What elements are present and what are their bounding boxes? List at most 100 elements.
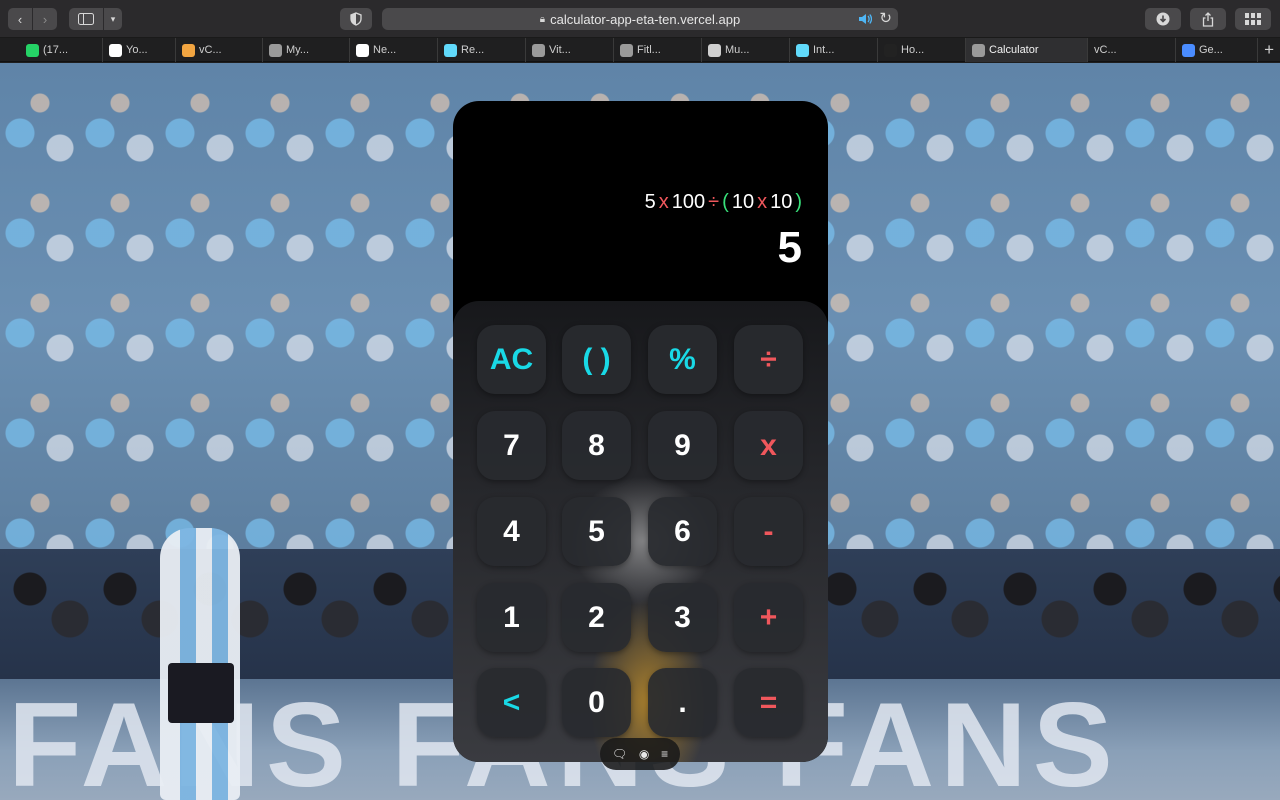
download-icon: [1156, 12, 1170, 26]
digit-7-button[interactable]: 7: [477, 411, 546, 480]
backspace-button[interactable]: <: [477, 668, 546, 737]
expression-token: x: [757, 191, 768, 213]
lock-icon: 🔒︎: [539, 13, 546, 25]
share-icon: [1202, 11, 1214, 27]
browser-tab[interactable]: Re...: [438, 38, 526, 62]
subtract-button[interactable]: -: [734, 497, 803, 566]
percent-button[interactable]: %: [648, 325, 717, 394]
menu-icon[interactable]: ≡: [661, 747, 668, 761]
grid-icon: [1245, 13, 1261, 25]
tab-overview-button[interactable]: [1235, 8, 1271, 30]
browser-tab[interactable]: Vit...: [526, 38, 614, 62]
expression-token: (: [722, 191, 729, 213]
whatsapp-icon: [26, 43, 39, 57]
expression-token: 100: [671, 191, 706, 213]
image-icon: [884, 43, 897, 57]
digit-4-button[interactable]: 4: [477, 497, 546, 566]
address-bar[interactable]: 🔒︎ calculator-app-eta-ten.vercel.app ↻: [382, 8, 898, 30]
speaker-icon[interactable]: [858, 12, 872, 26]
browser-tab[interactable]: vC...: [1088, 38, 1176, 62]
browser-tab[interactable]: Ne...: [350, 38, 438, 62]
url-text: calculator-app-eta-ten.vercel.app: [550, 11, 741, 27]
digit-0-button[interactable]: 0: [562, 668, 631, 737]
digit-2-button[interactable]: 2: [562, 583, 631, 652]
tab-label: Calculator: [989, 44, 1039, 56]
c-icon: [972, 43, 985, 57]
share-button[interactable]: [1190, 8, 1226, 30]
digit-3-button[interactable]: 3: [648, 583, 717, 652]
expression-token: x: [658, 191, 669, 213]
decimal-button[interactable]: .: [648, 668, 717, 737]
browser-tab[interactable]: vC...: [176, 38, 263, 62]
browser-tab[interactable]: Yo...: [103, 38, 176, 62]
divide-button[interactable]: ÷: [734, 325, 803, 394]
expression-token: 10: [731, 191, 755, 213]
react-icon: [444, 43, 457, 57]
expression-token: 5: [644, 191, 656, 213]
digit-9-button[interactable]: 9: [648, 411, 717, 480]
privacy-report-button[interactable]: [340, 8, 372, 30]
digit-1-button[interactable]: 1: [477, 583, 546, 652]
sidebar-icon: [78, 13, 94, 25]
github-icon: [109, 43, 122, 57]
tab-label: Fitl...: [637, 44, 661, 56]
calculator: 5 x 100 ÷(10 x 10) 5 AC( )% ÷ 7 8 9 x 4 5 6-1 2 3 + <0. =: [453, 101, 828, 762]
new-tab-icon[interactable]: +: [1264, 40, 1274, 60]
chevron-down-icon: ▾: [110, 13, 116, 24]
tab-label: (17...: [43, 44, 69, 56]
expression-token: ÷: [708, 191, 720, 213]
browser-tab[interactable]: Fitl...: [614, 38, 702, 62]
tab-label: Re...: [461, 44, 485, 56]
digit-5-button[interactable]: 5: [562, 497, 631, 566]
chevron-left-icon: ‹: [17, 11, 23, 27]
eye-icon[interactable]: ◉: [639, 747, 649, 761]
sidebar-toggle-button[interactable]: [69, 8, 103, 30]
browser-tab[interactable]: Calculator: [966, 38, 1088, 62]
result: 5: [777, 223, 802, 272]
equals-button[interactable]: =: [734, 668, 803, 737]
digit-8-button[interactable]: 8: [562, 411, 631, 480]
browser-tab[interactable]: Mu...: [702, 38, 790, 62]
triangle-icon: [356, 43, 369, 57]
parentheses-button[interactable]: ( ): [562, 325, 631, 394]
expression: 5 x 100 ÷(10 x 10): [642, 191, 802, 214]
tab-bar: + (17... Yo... vC... My... Ne... Re... Vit... F…: [0, 38, 1280, 62]
reload-icon[interactable]: ↻: [879, 9, 892, 27]
tab-label: Ge...: [1199, 44, 1223, 56]
vc-icon: [182, 43, 195, 57]
tab-label: Yo...: [126, 44, 148, 56]
digit-6-button[interactable]: 6: [648, 497, 717, 566]
f-icon: [620, 43, 633, 57]
tab-label: vC...: [1094, 44, 1117, 56]
browser-toolbar: ‹ › ▾ 🔒︎ calculator-app-eta-ten.vercel.a…: [0, 0, 1280, 38]
multiply-button[interactable]: x: [734, 411, 803, 480]
sparkle-icon: [1182, 43, 1195, 57]
clear-button[interactable]: AC: [477, 325, 546, 394]
browser-tab[interactable]: Int...: [790, 38, 878, 62]
calculator-display: 5 x 100 ÷(10 x 10) 5: [453, 101, 828, 301]
w-icon: [708, 43, 721, 57]
tab-label: vC...: [199, 44, 222, 56]
back-button[interactable]: ‹: [8, 8, 32, 30]
floating-toolbar: 🗨︎ ◉ ≡: [600, 738, 680, 770]
downloads-button[interactable]: [1145, 8, 1181, 30]
browser-tab[interactable]: Ho...: [878, 38, 966, 62]
c-icon: [269, 43, 282, 57]
tab-label: Mu...: [725, 44, 750, 56]
browser-tab[interactable]: My...: [263, 38, 350, 62]
expression-token: 10: [770, 191, 793, 213]
keypad: AC( )% ÷ 7 8 9 x 4 5 6- 1 2 3 + <0. =: [453, 301, 828, 762]
add-button[interactable]: +: [734, 583, 803, 652]
l-icon: [532, 43, 545, 57]
shield-icon: [350, 12, 362, 26]
tab-label: Ho...: [901, 44, 925, 56]
react-icon: [796, 43, 809, 57]
sidebar-menu-button[interactable]: ▾: [104, 8, 122, 30]
browser-tab[interactable]: (17...: [20, 38, 103, 62]
browser-tab[interactable]: Ge...: [1176, 38, 1258, 62]
tab-label: Ne...: [373, 44, 397, 56]
forward-button[interactable]: ›: [33, 8, 57, 30]
chat-icon[interactable]: 🗨︎: [612, 747, 627, 761]
player-shorts: [168, 663, 234, 723]
chevron-right-icon: ›: [42, 11, 48, 27]
